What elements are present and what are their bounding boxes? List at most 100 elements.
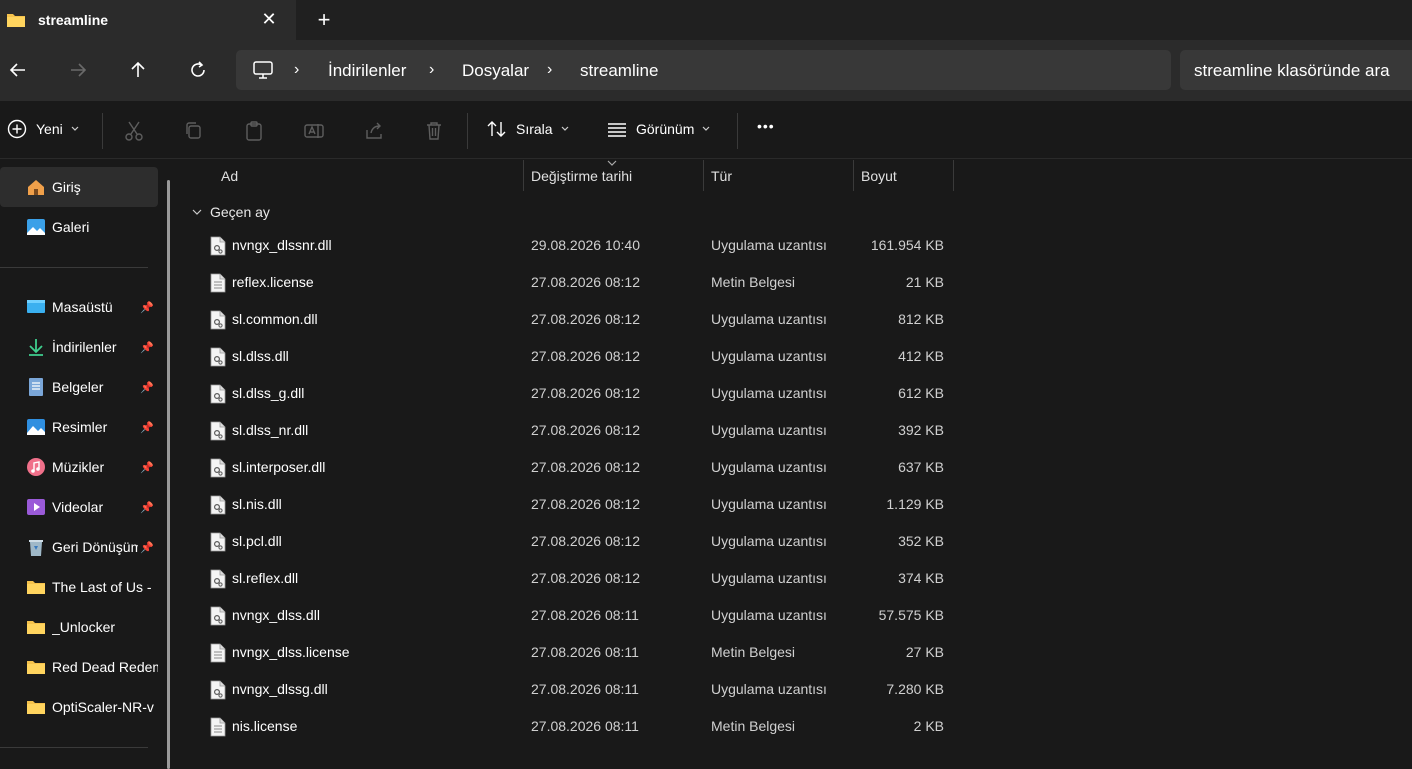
address-bar[interactable]: › İndirilenler › Dosyalar › streamline [236,50,1171,90]
command-bar: Yeni Sırala Görünüm ••• [0,101,1412,159]
dll-file-icon [210,384,226,404]
cut-icon[interactable] [123,120,145,142]
sidebar-item-label: Giriş [52,179,81,195]
file-row[interactable]: sl.interposer.dll 27.08.2026 08:12 Uygulam… [180,449,960,486]
file-row[interactable]: sl.reflex.dll 27.08.2026 08:12 Uygulama uz… [180,560,960,597]
pin-icon[interactable]: 📌 [140,381,154,394]
file-row[interactable]: nvngx_dlssg.dll 27.08.2026 08:11 Uygulama … [180,671,960,708]
file-name: sl.interposer.dll [232,459,326,475]
sort-button[interactable]: Sırala [486,118,569,140]
column-divider[interactable] [853,160,854,191]
sidebar-item-videos[interactable]: Videolar 📌 [0,487,158,527]
sidebar-item-label: Red Dead Redemption [52,659,158,675]
toolbar-divider [737,113,738,149]
pictures-icon [27,419,45,435]
file-size: 637 KB [898,459,944,475]
breadcrumb-dosyalar[interactable]: Dosyalar [462,61,529,81]
file-modified: 27.08.2026 08:12 [531,348,640,364]
sidebar-item-folder[interactable]: _Unlocker [0,607,158,647]
sidebar-item-recycle-bin[interactable]: Geri Dönüşüm Kutusu 📌 [0,527,158,567]
file-list: Ad Değiştirme tarihi Tür Boyut Geçen ay … [180,160,1412,769]
delete-icon[interactable] [423,120,445,142]
file-modified: 27.08.2026 08:12 [531,533,640,549]
file-row[interactable]: sl.dlss.dll 27.08.2026 08:12 Uygulama uzan… [180,338,960,375]
close-tab-icon[interactable]: ✕ [258,8,280,30]
pin-icon[interactable]: 📌 [140,421,154,434]
file-modified: 27.08.2026 08:11 [531,607,639,623]
column-divider[interactable] [523,160,524,191]
breadcrumb-streamline[interactable]: streamline [580,61,658,81]
sidebar-divider [0,267,148,268]
sidebar-item-home[interactable]: Giriş [0,167,158,207]
file-row[interactable]: nis.license 27.08.2026 08:11 Metin Belgesi… [180,708,960,745]
breadcrumb-indirilenler[interactable]: İndirilenler [328,61,406,81]
search-placeholder: streamline klasöründe ara [1194,61,1390,80]
file-row[interactable]: sl.pcl.dll 27.08.2026 08:12 Uygulama uzant… [180,523,960,560]
sidebar-item-folder[interactable]: The Last of Us - [0,567,158,607]
view-button[interactable]: Görünüm [606,118,710,140]
pin-icon[interactable]: 📌 [140,541,154,554]
column-header-name[interactable]: Ad [221,168,238,199]
up-button[interactable] [126,58,150,82]
pin-icon[interactable]: 📌 [140,301,154,314]
view-list-icon [608,123,626,137]
file-row[interactable]: sl.nis.dll 27.08.2026 08:12 Uygulama uzant… [180,486,960,523]
file-modified: 27.08.2026 08:12 [531,385,640,401]
dll-file-icon [210,458,226,478]
new-button[interactable]: Yeni [6,118,79,140]
sidebar-item-pictures[interactable]: Resimler 📌 [0,407,158,447]
pin-icon[interactable]: 📌 [140,341,154,354]
file-type: Uygulama uzantısı [711,681,827,697]
sidebar-item-folder[interactable]: OptiScaler-NR-v [0,687,158,727]
file-type: Metin Belgesi [711,644,796,660]
tab-streamline[interactable]: streamline ✕ [0,0,296,40]
file-row[interactable]: nvngx_dlssnr.dll 29.08.2026 10:40 Uygulama… [180,227,960,264]
column-header-modified[interactable]: Değiştirme tarihi [531,168,632,199]
sidebar-item-folder[interactable]: Red Dead Redemption [0,647,158,687]
refresh-button[interactable] [186,58,210,82]
file-name: sl.reflex.dll [232,570,299,586]
documents-icon [29,378,43,396]
file-row[interactable]: sl.common.dll 27.08.2026 08:12 Uygulama uz… [180,301,960,338]
file-row[interactable]: reflex.license 27.08.2026 08:12 Metin Belg… [180,264,960,301]
text-file-icon [210,717,226,737]
sidebar-item-downloads[interactable]: İndirilenler 📌 [0,327,158,367]
back-button[interactable] [6,58,30,82]
file-modified: 27.08.2026 08:12 [531,570,640,586]
column-divider[interactable] [953,160,954,191]
pin-icon[interactable]: 📌 [140,461,154,474]
forward-button[interactable] [66,58,90,82]
search-input[interactable]: streamline klasöründe ara [1180,50,1412,90]
sidebar-item-desktop[interactable]: Masaüstü 📌 [0,287,158,327]
pin-icon[interactable]: 📌 [140,501,154,514]
file-name: sl.dlss_g.dll [232,385,305,401]
file-modified: 27.08.2026 08:12 [531,422,640,438]
dll-file-icon [210,495,226,515]
share-icon[interactable] [363,120,385,142]
sidebar-item-gallery[interactable]: Galeri [0,207,158,247]
file-modified: 27.08.2026 08:12 [531,496,640,512]
sidebar-item-music[interactable]: Müzikler 📌 [0,447,158,487]
file-row[interactable]: sl.dlss_nr.dll 27.08.2026 08:12 Uygulama u… [180,412,960,449]
file-modified: 27.08.2026 08:12 [531,274,640,290]
group-header[interactable]: Geçen ay [192,204,270,220]
copy-icon[interactable] [183,120,205,142]
file-row[interactable]: sl.dlss_g.dll 27.08.2026 08:12 Uygulama uz… [180,375,960,412]
file-row[interactable]: nvngx_dlss.license 27.08.2026 08:11 Metin … [180,634,960,671]
sidebar-scrollbar[interactable] [167,180,170,769]
file-name: nis.license [232,718,298,734]
rename-icon[interactable] [303,120,325,142]
sidebar-item-documents[interactable]: Belgeler 📌 [0,367,158,407]
file-name: sl.nis.dll [232,496,282,512]
paste-icon[interactable] [243,120,265,142]
file-row[interactable]: nvngx_dlss.dll 27.08.2026 08:11 Uygulama u… [180,597,960,634]
file-type: Uygulama uzantısı [711,237,827,253]
music-icon [27,458,45,476]
column-divider[interactable] [703,160,704,191]
tab-bar: streamline ✕ + [0,0,1412,40]
new-tab-button[interactable]: + [312,7,336,32]
column-header-type[interactable]: Tür [711,168,732,199]
column-header-size[interactable]: Boyut [861,168,897,199]
more-options-button[interactable]: ••• [757,118,775,134]
chevron-right-icon: › [547,61,553,78]
